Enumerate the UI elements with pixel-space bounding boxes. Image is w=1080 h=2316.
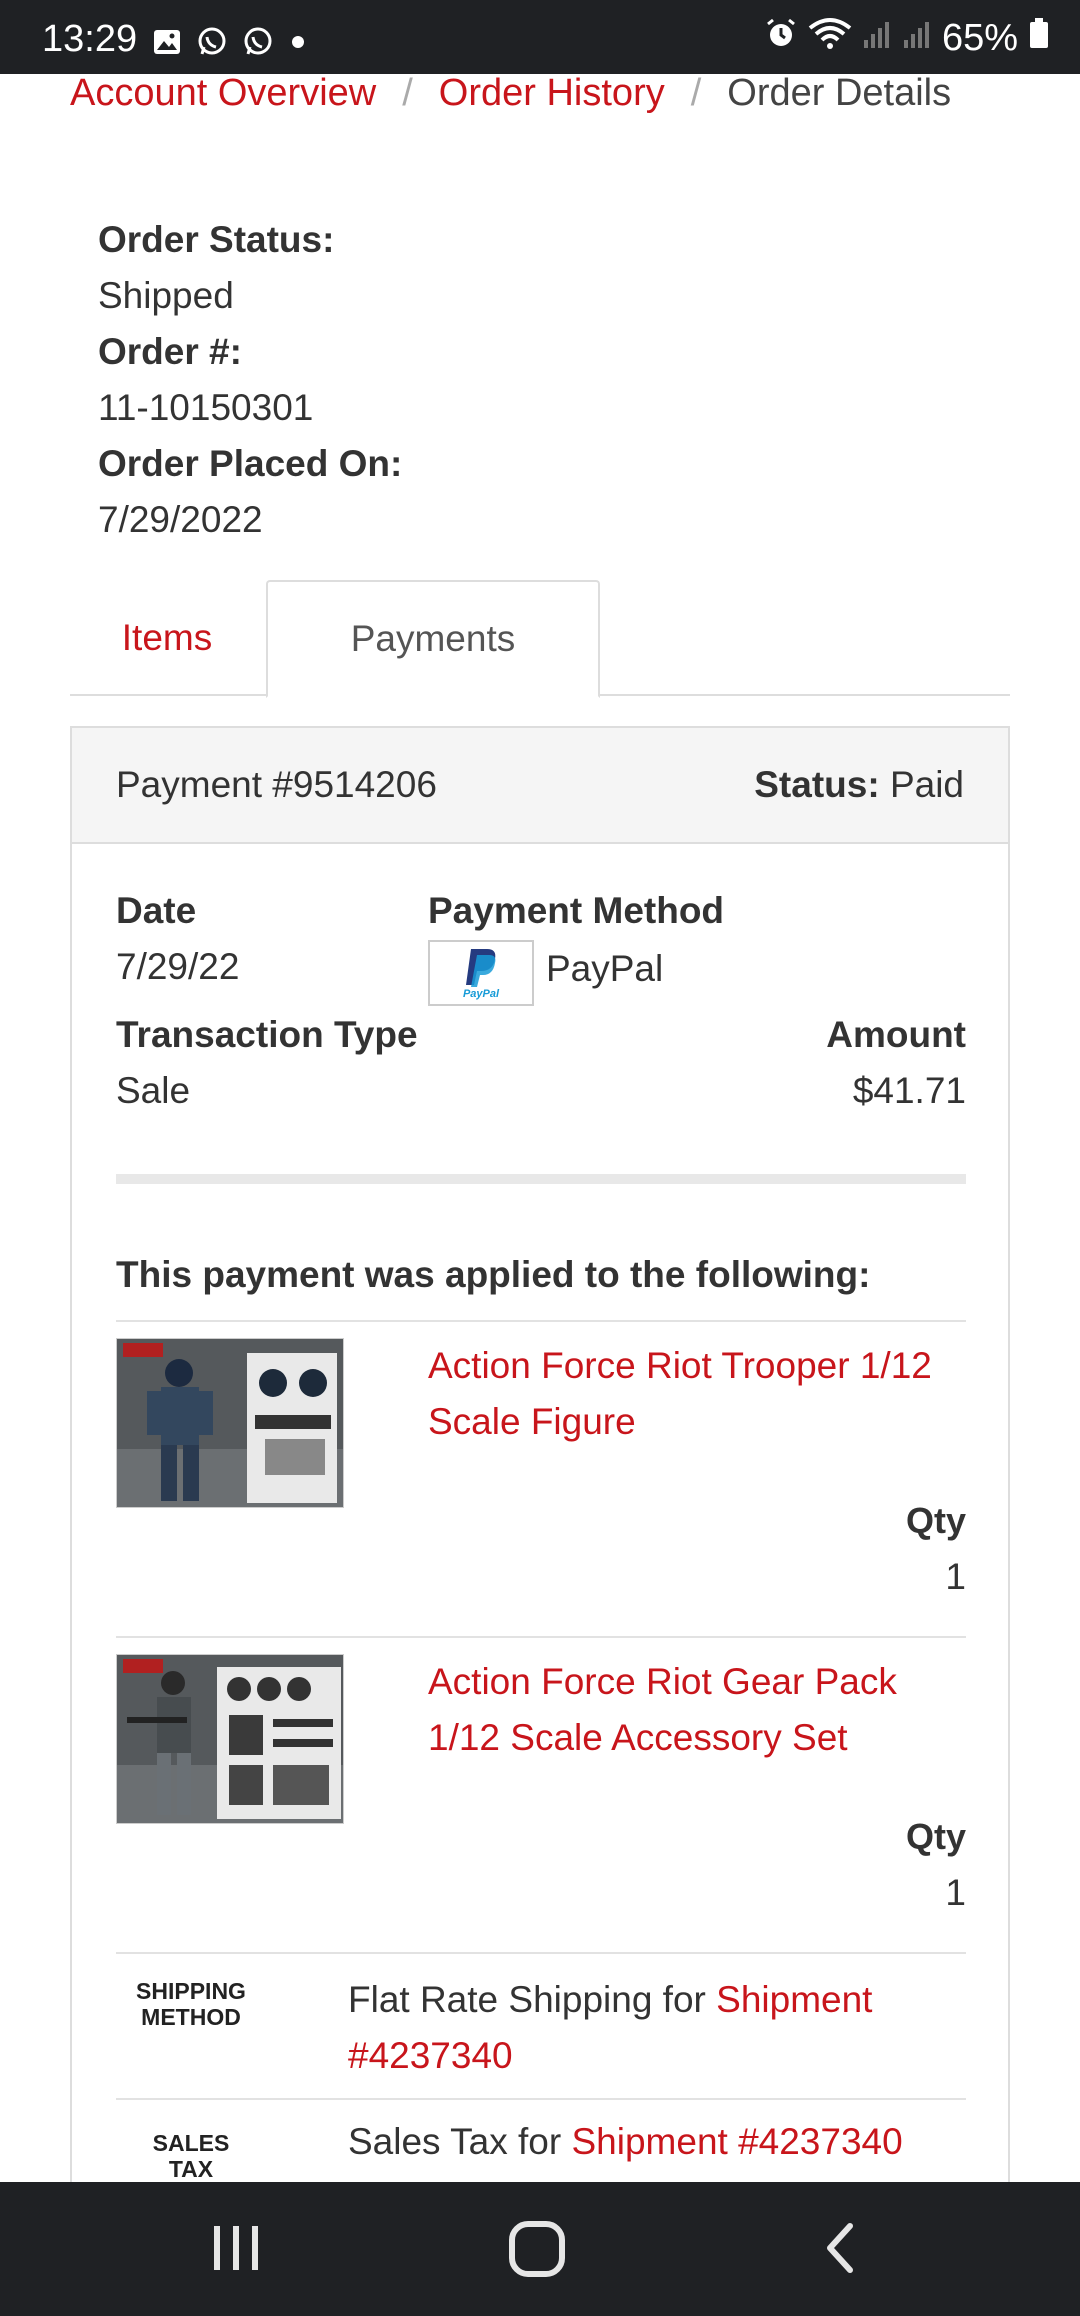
notification-icons — [152, 26, 308, 63]
home-button[interactable] — [506, 2216, 570, 2285]
battery-icon — [1028, 16, 1050, 60]
fee-description: Flat Rate Shipping for Shipment #4237340 — [348, 1972, 968, 2084]
shipment-link[interactable]: Shipment #4237340 — [571, 2121, 902, 2162]
tab-items[interactable]: Items — [70, 580, 264, 696]
back-icon — [827, 2223, 853, 2273]
fee-description: Sales Tax for Shipment #4237340 — [348, 2114, 968, 2170]
qty-label: Qty — [905, 1500, 966, 1541]
fee-label: SHIPPING METHOD — [136, 1978, 246, 2030]
status-bar: 13:29 65% — [0, 0, 1080, 74]
fee-text: Flat Rate Shipping for — [348, 1979, 717, 2020]
payment-status: Status: Paid — [754, 764, 964, 806]
fee-label: SALES TAX — [152, 2130, 230, 2182]
breadcrumb: Account Overview / Order History / Order… — [70, 72, 951, 115]
system-status: 65% — [764, 16, 1050, 60]
transaction-type-value: Sale — [116, 1070, 191, 1111]
order-status-label: Order Status: — [98, 219, 335, 260]
payment-header: Payment #9514206 Status: Paid — [72, 728, 1008, 844]
tab-payments[interactable]: Payments — [266, 580, 600, 698]
amount-label: Amount — [826, 1014, 966, 1055]
system-nav-bar — [0, 2182, 1080, 2316]
whatsapp-icon — [242, 26, 274, 63]
applied-item-row: Action Force Riot Gear Pack 1/12 Scale A… — [116, 1636, 966, 1952]
applied-title: This payment was applied to the followin… — [116, 1254, 871, 1295]
recent-apps-button[interactable] — [208, 2216, 264, 2285]
fee-row-shipping: SHIPPING METHOD Flat Rate Shipping for Sh… — [116, 1952, 966, 2098]
battery-percent: 65% — [941, 16, 1018, 59]
fee-text: Sales Tax for — [348, 2121, 572, 2162]
svg-text:PayPal: PayPal — [463, 988, 500, 1000]
breadcrumb-separator: / — [690, 72, 702, 114]
breadcrumb-order-details: Order Details — [727, 72, 952, 114]
amount-value: $41.71 — [852, 1070, 966, 1111]
order-status-value: Shipped — [98, 275, 234, 316]
fee-row-sales-tax: SALES TAX Sales Tax for Shipment #4237340 — [116, 2098, 966, 2188]
home-icon — [509, 2221, 565, 2277]
breadcrumb-separator: / — [402, 72, 413, 114]
qty-label: Qty — [905, 1816, 966, 1857]
paypal-logo: PayPal — [428, 940, 534, 1006]
order-tabs: Items Payments — [70, 580, 1010, 698]
breadcrumb-account-overview[interactable]: Account Overview — [70, 72, 376, 115]
payment-panel: Payment #9514206 Status: Paid Date 7/29/… — [70, 726, 1010, 2186]
recent-apps-icon — [214, 2226, 258, 2270]
dot-icon — [288, 27, 308, 62]
riot-gear-pack-image[interactable] — [116, 1654, 344, 1824]
section-divider — [116, 1174, 966, 1184]
qty-value: 1 — [945, 1872, 966, 1913]
whatsapp-icon — [196, 26, 228, 63]
back-button[interactable] — [816, 2216, 864, 2285]
wifi-icon — [808, 16, 852, 60]
qty-value: 1 — [945, 1556, 966, 1597]
order-number-label: Order #: — [98, 331, 242, 372]
status-time: 13:29 — [42, 18, 138, 60]
payment-status-value: Paid — [889, 764, 964, 805]
signal-icon — [862, 16, 892, 60]
order-placed-value: 7/29/2022 — [98, 499, 263, 540]
payment-method-label: Payment Method — [428, 890, 725, 931]
breadcrumb-order-history[interactable]: Order History — [439, 72, 665, 115]
order-placed-label: Order Placed On: — [98, 443, 403, 484]
alarm-icon — [764, 16, 798, 60]
payment-method-value: PayPal — [546, 948, 664, 989]
signal-icon — [902, 16, 932, 60]
transaction-type-label: Transaction Type — [116, 1014, 418, 1055]
paypal-icon: PayPal — [463, 949, 500, 1000]
date-value: 7/29/22 — [116, 946, 240, 987]
order-number-value: 11-10150301 — [98, 387, 314, 428]
applied-item-title[interactable]: Action Force Riot Trooper 1/12 Scale Fig… — [428, 1338, 968, 1450]
payment-status-label: Status: — [754, 764, 880, 805]
applied-item-title[interactable]: Action Force Riot Gear Pack 1/12 Scale A… — [428, 1654, 968, 1766]
riot-trooper-figure-image[interactable] — [116, 1338, 344, 1508]
applied-item-row: Action Force Riot Trooper 1/12 Scale Fig… — [116, 1320, 966, 1636]
gallery-icon — [152, 27, 182, 62]
order-summary: Order Status: Shipped Order #: 11-101503… — [98, 212, 402, 548]
payment-title: Payment #9514206 — [116, 764, 437, 805]
date-label: Date — [116, 890, 197, 931]
